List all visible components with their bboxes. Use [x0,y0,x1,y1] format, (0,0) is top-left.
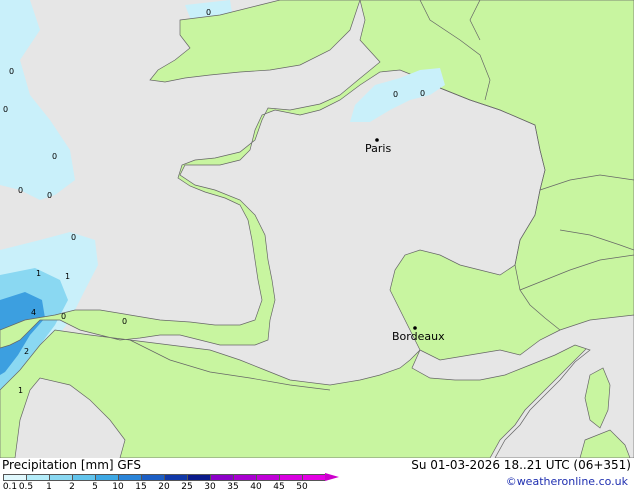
credit-link[interactable]: ©weatheronline.co.uk [506,475,628,488]
legend-color-swatch [49,474,72,481]
legend-tick-label: 0.5 [18,482,34,492]
city-label-paris: Paris [365,142,392,155]
map-footer: Precipitation [mm] GFS Su 01-03-2026 18.… [0,458,634,492]
contour-label: 1 [18,386,24,395]
precipitation-map[interactable]: Paris Bordeaux 0 0 0 0 0 0 0 0 0 1 1 4 0… [0,0,634,458]
legend-color-swatch [279,474,302,481]
legend-tick-label: 40 [250,482,262,492]
weather-map-frame: Paris Bordeaux 0 0 0 0 0 0 0 0 0 1 1 4 0… [0,0,634,492]
precip-legend-bar [3,473,339,481]
map-canvas [0,0,634,458]
legend-color-swatch [26,474,49,481]
contour-label: 0 [122,317,128,326]
legend-color-swatch [256,474,279,481]
legend-color-swatch [164,474,187,481]
legend-color-swatch [72,474,95,481]
land-europe [0,0,634,458]
city-label-bordeaux: Bordeaux [392,330,445,343]
contour-label: 0 [9,67,15,76]
legend-color-swatch [118,474,141,481]
legend-color-swatch [233,474,256,481]
legend-tick-label: 30 [204,482,216,492]
contour-label: 1 [65,272,71,281]
contour-label: 0 [61,312,67,321]
contour-label: 0 [71,233,77,242]
contour-label: 0 [47,191,53,200]
legend-tick-label: 45 [273,482,285,492]
valid-time: Su 01-03-2026 18..21 UTC (06+351) [411,458,631,472]
legend-tick-label: 10 [112,482,124,492]
precip-area-atlantic-north [0,0,75,200]
contour-label: 1 [36,269,42,278]
legend-tick-label: 15 [135,482,147,492]
contour-label: 0 [420,89,426,98]
legend-tick-label: 35 [227,482,239,492]
legend-tick-label: 50 [296,482,308,492]
legend-tick-label: 1 [46,482,52,492]
contour-label: 0 [18,186,24,195]
contour-label: 0 [393,90,399,99]
legend-tick-label: 5 [92,482,98,492]
legend-color-swatch [187,474,210,481]
contour-label: 2 [24,347,30,356]
legend-color-swatch [3,474,26,481]
contour-label: 0 [52,152,58,161]
contour-label: 0 [3,105,9,114]
legend-color-swatch [141,474,164,481]
legend-color-swatch [302,474,325,481]
legend-tick-label: 20 [158,482,170,492]
legend-tick-label: 0.1 [2,482,18,492]
contour-label: 4 [31,308,37,317]
land-great-britain [149,0,361,83]
contour-label: 0 [206,8,212,17]
legend-color-swatch [210,474,233,481]
map-title: Precipitation [mm] GFS [2,458,141,472]
legend-tick-label: 2 [69,482,75,492]
legend-color-swatch [95,474,118,481]
legend-arrow-icon [325,473,339,481]
legend-tick-label: 25 [181,482,193,492]
